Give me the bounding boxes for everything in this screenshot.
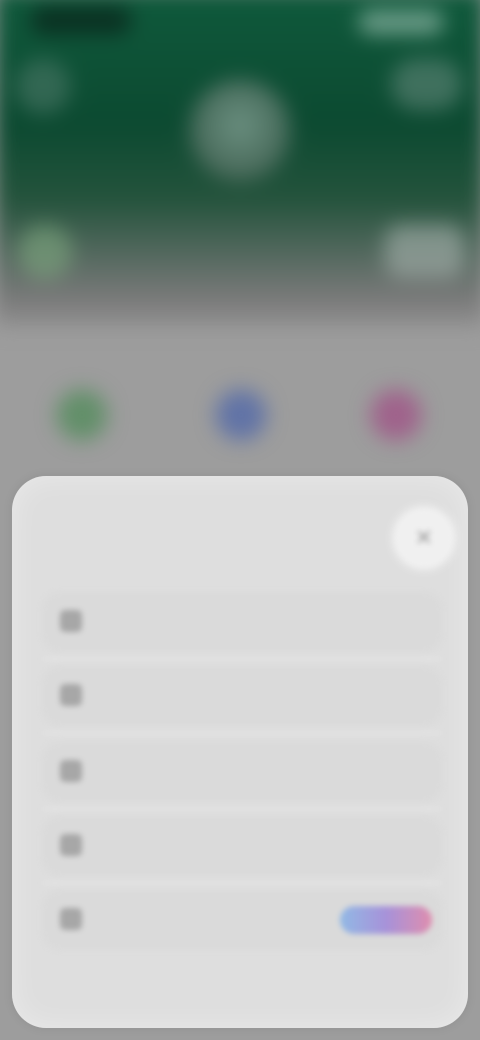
divider bbox=[42, 882, 442, 884]
back-button[interactable] bbox=[15, 58, 71, 115]
status-indicator bbox=[17, 224, 73, 280]
action-button-pink[interactable] bbox=[370, 389, 422, 441]
sheet-option-1[interactable] bbox=[42, 592, 442, 652]
header-chip[interactable] bbox=[384, 224, 465, 278]
profile-header bbox=[0, 0, 480, 327]
feature-badge bbox=[340, 906, 432, 934]
app-screen: ✕ bbox=[0, 0, 480, 1040]
divider bbox=[42, 658, 442, 660]
option-icon bbox=[60, 908, 82, 930]
sheet-option-5[interactable] bbox=[42, 890, 442, 950]
bottom-sheet: ✕ bbox=[12, 476, 468, 1028]
option-icon bbox=[60, 684, 82, 706]
sheet-option-3[interactable] bbox=[42, 742, 442, 802]
avatar bbox=[189, 79, 291, 182]
close-icon: ✕ bbox=[414, 525, 434, 550]
divider bbox=[42, 732, 442, 734]
sheet-option-4[interactable] bbox=[42, 816, 442, 876]
status-bar-left bbox=[29, 5, 132, 35]
action-button-green[interactable] bbox=[56, 389, 108, 441]
option-icon bbox=[60, 834, 82, 856]
action-button-blue[interactable] bbox=[215, 389, 267, 441]
divider bbox=[42, 808, 442, 810]
status-bar-right bbox=[358, 10, 444, 35]
sheet-content: ✕ bbox=[12, 476, 468, 1028]
option-icon bbox=[60, 610, 82, 632]
option-icon bbox=[60, 760, 82, 782]
close-button[interactable]: ✕ bbox=[394, 508, 454, 568]
more-button[interactable] bbox=[390, 58, 463, 110]
sheet-option-2[interactable] bbox=[42, 666, 442, 726]
